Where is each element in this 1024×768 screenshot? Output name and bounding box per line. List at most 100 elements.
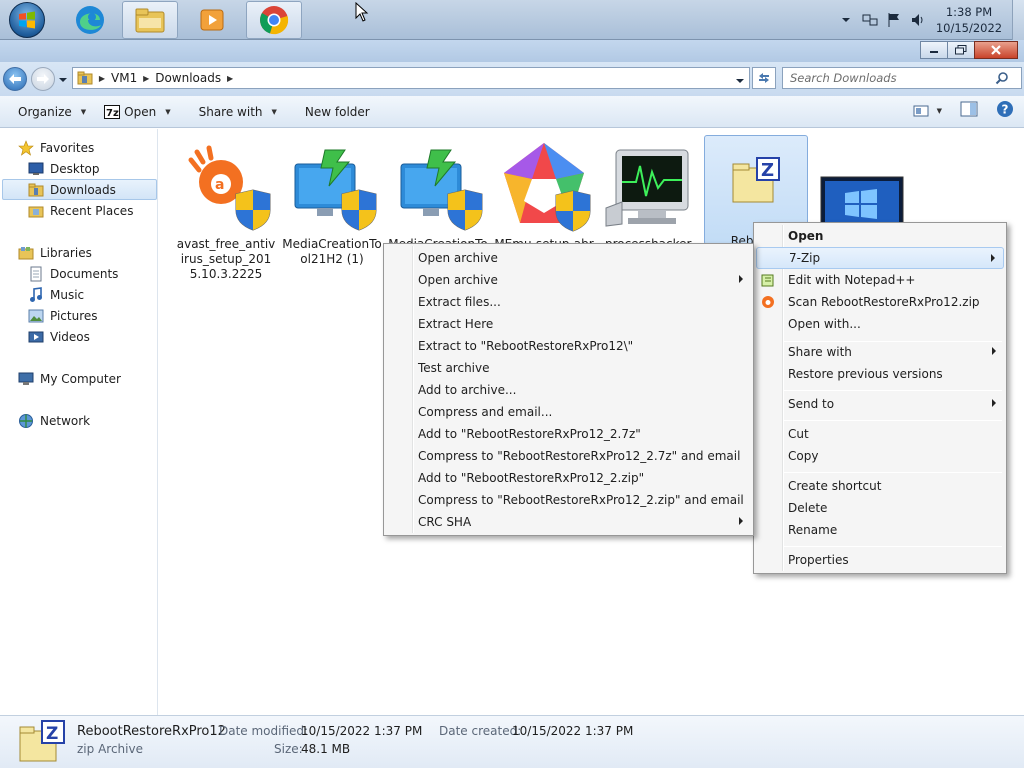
nav-libraries[interactable]: Libraries (18, 242, 92, 263)
menu-item-open-with[interactable]: Open with... (756, 313, 1004, 335)
menu-item-label: Compress and email... (418, 405, 553, 419)
minimize-button[interactable] (920, 41, 948, 59)
7zip-compress-7z-email[interactable]: Compress to "RebootRestoreRxPro12_2.7z" … (386, 445, 751, 467)
window-title-bar[interactable] (0, 40, 1024, 62)
address-bar[interactable]: ▶ VM1 ▶ Downloads ▶ (72, 67, 750, 89)
nav-desktop[interactable]: Desktop (28, 158, 100, 179)
show-hidden-icons-icon[interactable] (838, 12, 854, 28)
help-button[interactable]: ? (996, 100, 1014, 121)
file-item[interactable]: a avast_free_antivirus_setup_2015.10.3.2… (174, 139, 278, 284)
breadcrumb-separator-icon[interactable]: ▶ (97, 74, 107, 83)
7zip-open-archive[interactable]: Open archive (386, 247, 751, 269)
menu-item-copy[interactable]: Copy (756, 445, 1004, 467)
nav-favorites[interactable]: Favorites (18, 137, 94, 158)
7zip-add-to-archive[interactable]: Add to archive... (386, 379, 751, 401)
7zip-compress-zip-email[interactable]: Compress to "RebootRestoreRxPro12_2.zip"… (386, 489, 751, 511)
menu-item-scan[interactable]: Scan RebootRestoreRxPro12.zip (756, 291, 1004, 313)
address-folder-icon (73, 71, 97, 85)
search-box[interactable] (782, 67, 1022, 89)
pictures-icon (28, 308, 44, 324)
7zip-archive-icon: Z (18, 719, 66, 768)
menu-item-label: 7-Zip (789, 251, 821, 265)
chevron-down-icon (736, 79, 744, 83)
menu-item-label: Edit with Notepad++ (788, 273, 916, 287)
clock-date: 10/15/2022 (935, 21, 1003, 35)
breadcrumb-downloads[interactable]: Downloads (151, 71, 225, 85)
start-button[interactable] (6, 0, 48, 40)
new-folder-button[interactable]: New folder (299, 100, 376, 124)
clock[interactable]: 1:38 PM 10/15/2022 (934, 4, 1004, 36)
close-button[interactable] (974, 41, 1018, 59)
recent-pages-dropdown[interactable] (58, 74, 68, 84)
7zip-extract-here[interactable]: Extract Here (386, 313, 751, 335)
taskbar-edge-button[interactable] (62, 0, 118, 40)
forward-arrow-icon (37, 74, 49, 84)
search-input[interactable] (790, 71, 995, 85)
details-date-created: 10/15/2022 1:37 PM (512, 724, 634, 738)
7zip-extract-files[interactable]: Extract files... (386, 291, 751, 313)
menu-item-open[interactable]: Open (756, 225, 1004, 247)
preview-pane-button[interactable] (960, 101, 978, 120)
help-icon: ? (997, 101, 1013, 117)
change-view-button[interactable]: ▼ (913, 104, 942, 118)
menu-item-edit-notepad[interactable]: Edit with Notepad++ (756, 269, 1004, 291)
7zip-extract-to-folder[interactable]: Extract to "RebootRestoreRxPro12\" (386, 335, 751, 357)
file-item[interactable]: MEmu-setup-abr (492, 139, 596, 254)
refresh-button[interactable] (752, 67, 776, 89)
7zip-compress-and-email[interactable]: Compress and email... (386, 401, 751, 423)
taskbar-explorer-button[interactable] (122, 1, 178, 39)
organize-button[interactable]: Organize ▼ (12, 100, 92, 124)
notepad-plus-plus-icon (760, 272, 776, 288)
menu-item-delete[interactable]: Delete (756, 497, 1004, 519)
back-button[interactable] (3, 67, 27, 91)
address-history-dropdown[interactable] (735, 74, 745, 88)
7zip-open-archive-submenu[interactable]: Open archive (386, 269, 751, 291)
nav-music[interactable]: Music (28, 284, 84, 305)
7zip-add-to-7z[interactable]: Add to "RebootRestoreRxPro12_2.7z" (386, 423, 751, 445)
menu-item-cut[interactable]: Cut (756, 423, 1004, 445)
open-button[interactable]: 7z Open ▼ (98, 100, 176, 124)
nav-videos[interactable]: Videos (28, 326, 90, 347)
menu-item-restore-previous[interactable]: Restore previous versions (756, 363, 1004, 385)
nav-documents[interactable]: Documents (28, 263, 118, 284)
share-with-button[interactable]: Share with ▼ (193, 100, 283, 124)
taskbar-media-player-button[interactable] (184, 0, 240, 40)
file-item[interactable]: MediaCreationTo (386, 139, 490, 254)
menu-item-share-with[interactable]: Share with (756, 341, 1004, 363)
taskbar-chrome-button[interactable] (246, 1, 302, 39)
details-pane: Z RebootRestoreRxPro12 zip Archive Date … (0, 715, 1024, 768)
breadcrumb-separator-icon[interactable]: ▶ (141, 74, 151, 83)
7zip-crc-sha[interactable]: CRC SHA (386, 511, 751, 533)
view-icon (913, 105, 929, 116)
volume-icon[interactable] (910, 12, 926, 28)
menu-item-properties[interactable]: Properties (756, 549, 1004, 571)
breadcrumb-separator-icon[interactable]: ▶ (225, 74, 235, 83)
menu-item-create-shortcut[interactable]: Create shortcut (756, 475, 1004, 497)
forward-button[interactable] (31, 67, 55, 91)
action-center-flag-icon[interactable] (886, 12, 902, 28)
computer-icon (18, 371, 34, 387)
restore-button[interactable] (947, 41, 975, 59)
restore-icon (955, 45, 967, 55)
show-desktop-button[interactable] (1012, 0, 1024, 40)
nav-recent-places[interactable]: Recent Places (28, 200, 133, 221)
menu-item-send-to[interactable]: Send to (756, 393, 1004, 415)
chevron-down-icon: ▼ (936, 106, 942, 115)
7zip-add-to-zip[interactable]: Add to "RebootRestoreRxPro12_2.zip" (386, 467, 751, 489)
network-tray-icon[interactable] (862, 12, 878, 28)
search-icon[interactable] (995, 71, 1009, 85)
breadcrumb-vm1[interactable]: VM1 (107, 71, 141, 85)
nav-network[interactable]: Network (18, 410, 90, 431)
file-item[interactable]: MediaCreationTool21H2 (1) (280, 139, 384, 269)
nav-pictures[interactable]: Pictures (28, 305, 98, 326)
nav-downloads[interactable]: Downloads (2, 179, 157, 200)
menu-item-label: Add to "RebootRestoreRxPro12_2.7z" (418, 427, 641, 441)
details-file-name: RebootRestoreRxPro12 (77, 724, 226, 739)
7zip-test-archive[interactable]: Test archive (386, 357, 751, 379)
menu-item-label: Add to archive... (418, 383, 517, 397)
edge-icon (76, 6, 104, 34)
nav-my-computer[interactable]: My Computer (18, 368, 121, 389)
menu-item-rename[interactable]: Rename (756, 519, 1004, 541)
back-arrow-icon (9, 74, 21, 84)
menu-item-7zip[interactable]: 7-Zip (756, 247, 1004, 269)
